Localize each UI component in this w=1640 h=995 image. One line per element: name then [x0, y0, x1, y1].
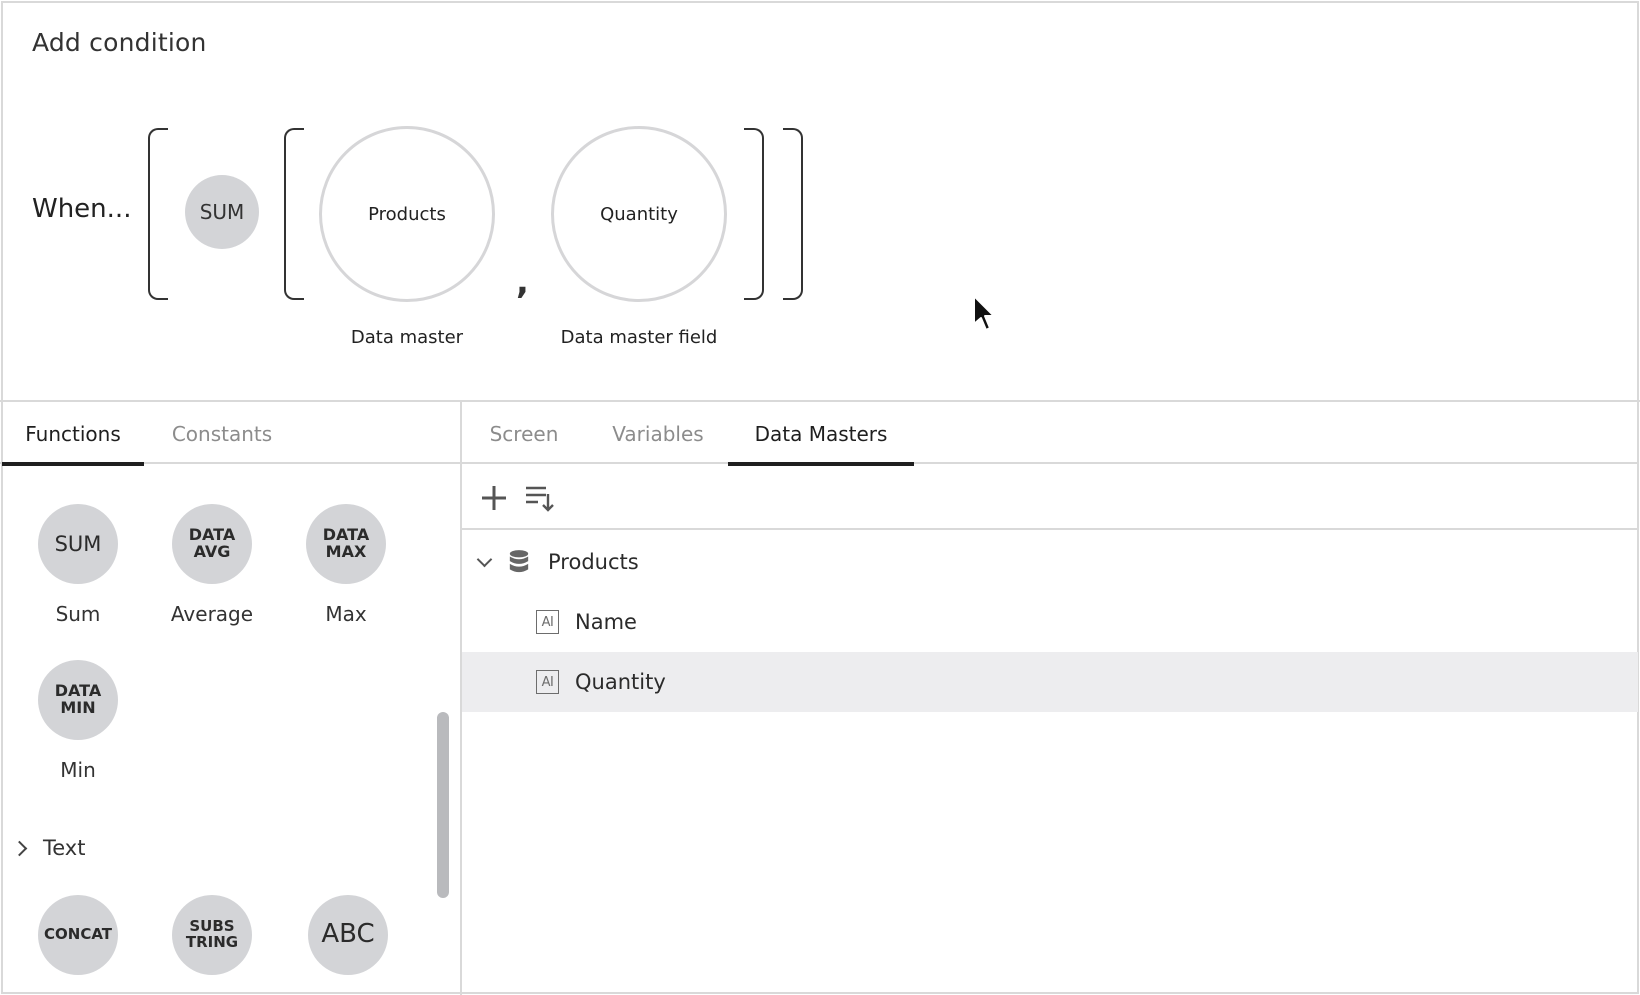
condition-editor: Add condition When... SUM Products Data … [0, 0, 1640, 402]
data-avg-chip: DATA AVG [172, 504, 252, 584]
data-master-field-slot[interactable]: Quantity [551, 126, 727, 302]
section-label: Text [43, 836, 86, 860]
function-concat[interactable]: CONCAT [13, 895, 143, 975]
text-field-icon: AI [536, 670, 559, 694]
data-master-field-caption: Data master field [560, 327, 718, 348]
outer-open-bracket [148, 128, 168, 300]
data-master-slot[interactable]: Products [319, 126, 495, 302]
tree-item-label: Quantity [575, 670, 666, 694]
data-master-caption: Data master [350, 327, 464, 348]
functions-scrollbar[interactable] [437, 712, 449, 898]
function-average[interactable]: DATA AVG Average [147, 504, 277, 626]
outer-close-bracket [783, 128, 803, 300]
tab-data-masters[interactable]: Data Masters [728, 404, 914, 466]
page-title: Add condition [32, 28, 207, 57]
function-abc[interactable]: ABC [283, 895, 413, 975]
tab-functions[interactable]: Functions [2, 404, 144, 466]
inner-open-bracket [284, 128, 304, 300]
database-icon [509, 550, 529, 573]
abc-chip: ABC [308, 895, 388, 975]
chevron-right-icon [11, 840, 28, 856]
function-label: Sum [55, 602, 101, 626]
function-label: Max [325, 602, 367, 626]
function-label: Min [60, 758, 96, 782]
left-tabbar: Functions Constants [0, 404, 460, 466]
function-substring[interactable]: SUBS TRING [147, 895, 277, 975]
plus-icon[interactable] [478, 482, 510, 514]
mouse-cursor-icon [973, 295, 995, 331]
data-masters-toolbar [462, 466, 1638, 530]
text-field-icon: AI [536, 610, 559, 634]
function-sum[interactable]: SUM Sum [13, 504, 143, 626]
tree-item-products[interactable]: Products [462, 532, 1638, 592]
chevron-down-icon[interactable] [476, 551, 493, 567]
function-max[interactable]: DATA MAX Max [281, 504, 411, 626]
sum-function-chip[interactable]: SUM [185, 175, 259, 249]
tree-item-quantity[interactable]: AI Quantity [462, 652, 1638, 712]
data-max-chip: DATA MAX [306, 504, 386, 584]
sort-icon[interactable] [524, 482, 556, 514]
concat-chip: CONCAT [38, 895, 118, 975]
data-master-slot-value: Products [368, 203, 446, 225]
data-master-field-slot-value: Quantity [600, 203, 678, 225]
text-section-toggle[interactable]: Text [11, 836, 86, 860]
substring-chip: SUBS TRING [172, 895, 252, 975]
right-tabbar: Screen Variables Data Masters [462, 404, 1638, 466]
sum-chip: SUM [38, 504, 118, 584]
function-min[interactable]: DATA MIN Min [13, 660, 143, 782]
tab-variables[interactable]: Variables [596, 404, 720, 464]
tab-screen[interactable]: Screen [462, 404, 586, 464]
tab-constants[interactable]: Constants [154, 404, 290, 464]
function-label: Average [170, 602, 254, 626]
tree-item-label: Name [575, 610, 637, 634]
tree-item-label: Products [548, 550, 639, 574]
when-label: When... [32, 194, 132, 224]
tree-item-name[interactable]: AI Name [462, 592, 1638, 652]
argument-separator: , [516, 262, 529, 302]
data-min-chip: DATA MIN [38, 660, 118, 740]
inner-close-bracket [744, 128, 764, 300]
